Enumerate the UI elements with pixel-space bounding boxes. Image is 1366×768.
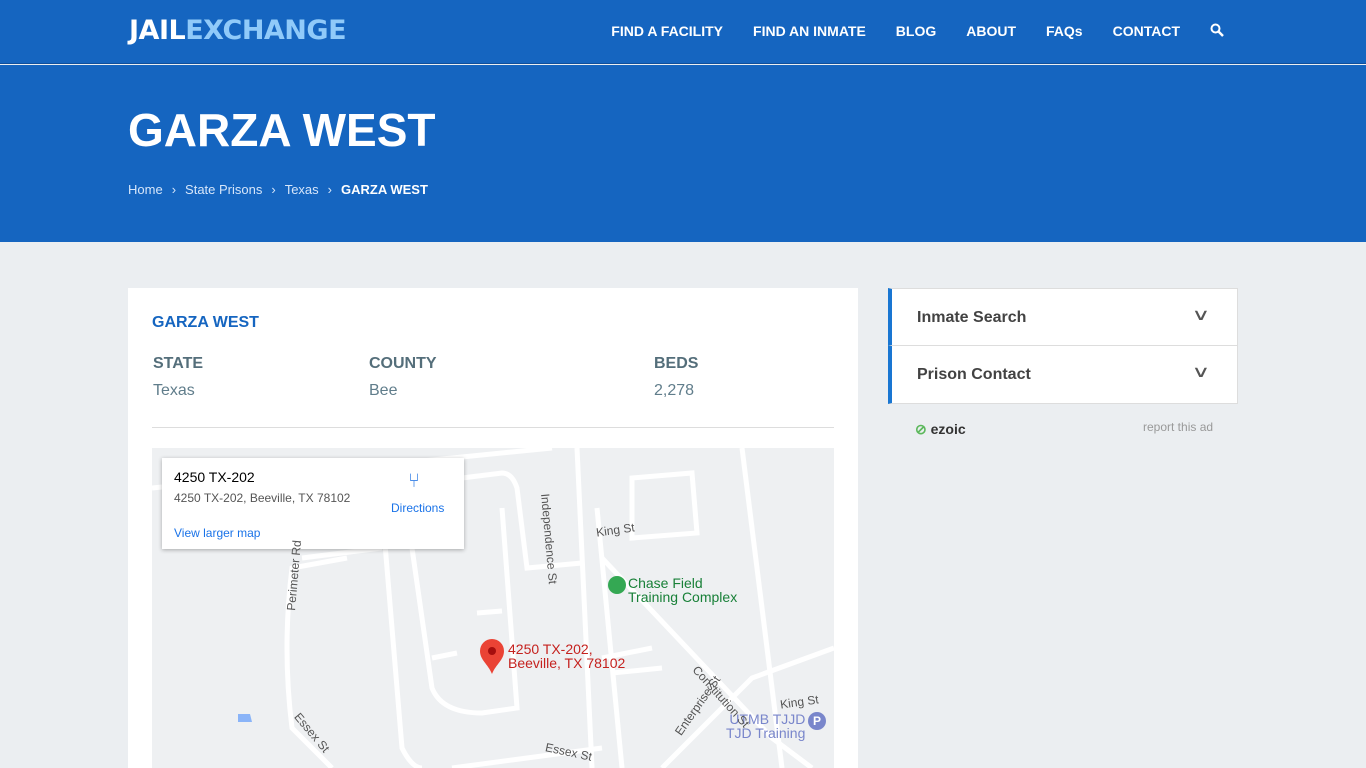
- map-place-name: 4250 TX-202: [174, 469, 255, 485]
- accordion-label: Inmate Search: [917, 309, 1027, 326]
- accordion-prison-contact[interactable]: Prison Contact ∨: [888, 346, 1238, 404]
- breadcrumb-current: GARZA WEST: [341, 182, 428, 197]
- breadcrumb-home[interactable]: Home: [128, 182, 163, 197]
- breadcrumb-state-prisons[interactable]: State Prisons: [185, 182, 262, 197]
- map-place-address: 4250 TX-202, Beeville, TX 78102: [174, 491, 351, 505]
- logo-part2: EXCHANGE: [185, 15, 347, 46]
- state-label: STATE: [153, 355, 204, 372]
- county-label: COUNTY: [369, 355, 437, 372]
- breadcrumb: Home › State Prisons › Texas › GARZA WEST: [128, 182, 428, 197]
- sidebar: Inmate Search ∨ Prison Contact ∨: [888, 288, 1238, 404]
- nav-about[interactable]: ABOUT: [966, 23, 1016, 40]
- accordion-label: Prison Contact: [917, 366, 1031, 383]
- accordion-inmate-search[interactable]: Inmate Search ∨: [888, 288, 1238, 346]
- nav-faqs[interactable]: FAQs: [1046, 23, 1083, 40]
- divider: [152, 427, 834, 428]
- facility-card: GARZA WEST STATE Texas COUNTY Bee BEDS 2,27…: [128, 288, 858, 768]
- report-ad-link[interactable]: report this ad: [1143, 420, 1213, 434]
- chevron-down-icon: ∨: [1191, 364, 1211, 381]
- county-value: Bee: [369, 382, 398, 399]
- nav-find-facility[interactable]: FIND A FACILITY: [611, 23, 723, 40]
- chevron-down-icon: ∨: [1191, 307, 1211, 324]
- ezoic-logo[interactable]: ⊘ ezoic: [915, 421, 966, 438]
- directions-link[interactable]: Directions: [391, 501, 444, 515]
- state-value: Texas: [153, 382, 195, 399]
- breadcrumb-texas[interactable]: Texas: [285, 182, 319, 197]
- beds-label: BEDS: [654, 355, 699, 372]
- map-info-box: 4250 TX-202 4250 TX-202, Beeville, TX 78…: [162, 458, 464, 549]
- chevron-right-icon: ›: [171, 182, 177, 197]
- view-larger-map-link[interactable]: View larger map: [174, 526, 260, 540]
- page-title: GARZA WEST: [128, 104, 436, 156]
- chevron-right-icon: ›: [327, 182, 333, 197]
- facility-title: GARZA WEST: [152, 314, 259, 331]
- pin-label: 4250 TX-202, Beeville, TX 78102: [508, 641, 626, 671]
- logo[interactable]: JAILEXCHANGE: [129, 15, 347, 46]
- nav-blog[interactable]: BLOG: [896, 23, 936, 40]
- poi-chase-field[interactable]: Chase Field Training Complex: [608, 576, 737, 604]
- nav-find-inmate[interactable]: FIND AN INMATE: [753, 23, 866, 40]
- ezoic-icon: ⊘: [915, 421, 927, 437]
- beds-value: 2,278: [654, 382, 695, 399]
- logo-part1: JAIL: [129, 15, 186, 46]
- chevron-right-icon: ›: [271, 182, 276, 197]
- top-nav: JAILEXCHANGE FIND A FACILITY FIND AN INM…: [0, 0, 1366, 64]
- nav-contact[interactable]: CONTACT: [1113, 23, 1180, 40]
- search-icon[interactable]: [1210, 23, 1224, 40]
- map[interactable]: 4250 TX-202 4250 TX-202, Beeville, TX 78…: [152, 448, 834, 768]
- directions-icon[interactable]: ⑂: [408, 470, 420, 493]
- poi-pin-icon: [608, 576, 626, 594]
- hero: GARZA WEST Home › State Prisons › Texas › G…: [0, 65, 1366, 242]
- map-pin-icon[interactable]: [479, 638, 505, 674]
- parking-icon: P: [808, 712, 826, 730]
